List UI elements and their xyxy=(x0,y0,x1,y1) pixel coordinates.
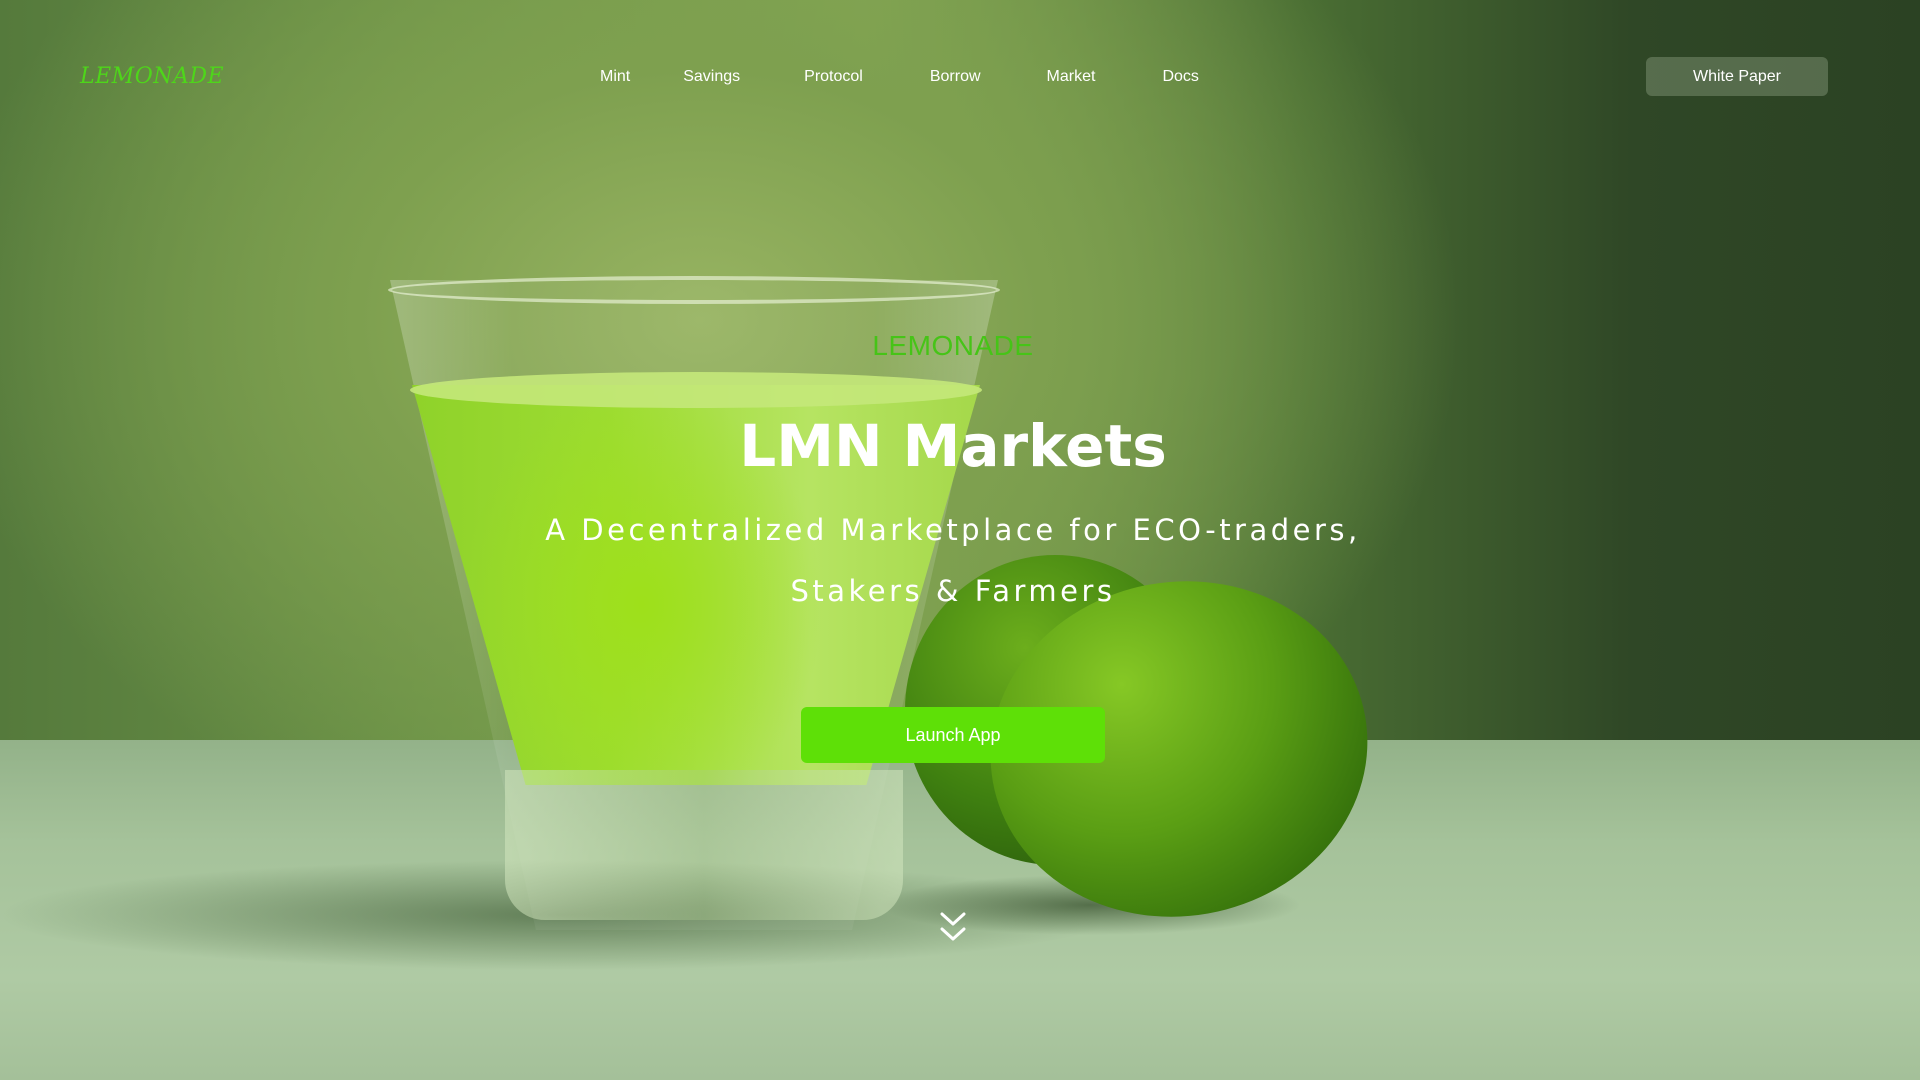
launch-app-button[interactable]: Launch App xyxy=(801,707,1105,763)
hero-eyebrow: LEMONADE xyxy=(872,330,1034,361)
site-logo[interactable]: LEMONADE xyxy=(80,64,224,89)
hero-subline-line-2: Stakers & Farmers xyxy=(790,574,1116,608)
hero-subline-line-1: A Decentralized Marketplace for ECO-trad… xyxy=(545,513,1361,547)
white-paper-button[interactable]: White Paper xyxy=(1646,57,1828,96)
nav-item-savings[interactable]: Savings xyxy=(683,66,740,88)
nav-item-borrow[interactable]: Borrow xyxy=(930,66,981,88)
background-glass-rim xyxy=(388,276,1000,304)
background-glass-base xyxy=(505,770,903,920)
main-nav: Mint Savings Protocol Borrow Market Docs xyxy=(600,66,1199,88)
nav-item-docs[interactable]: Docs xyxy=(1162,66,1198,88)
background-juice-surface xyxy=(410,372,982,408)
nav-item-protocol[interactable]: Protocol xyxy=(804,66,863,88)
nav-item-mint[interactable]: Mint xyxy=(600,66,630,88)
double-chevron-down-icon[interactable] xyxy=(940,912,966,946)
hero-headline: LMN Markets xyxy=(739,412,1167,480)
hero-section: LEMONADE Mint Savings Protocol Borrow Ma… xyxy=(0,0,1920,1080)
hero-subline: A Decentralized Marketplace for ECO-trad… xyxy=(0,500,1906,622)
nav-item-market[interactable]: Market xyxy=(1047,66,1096,88)
